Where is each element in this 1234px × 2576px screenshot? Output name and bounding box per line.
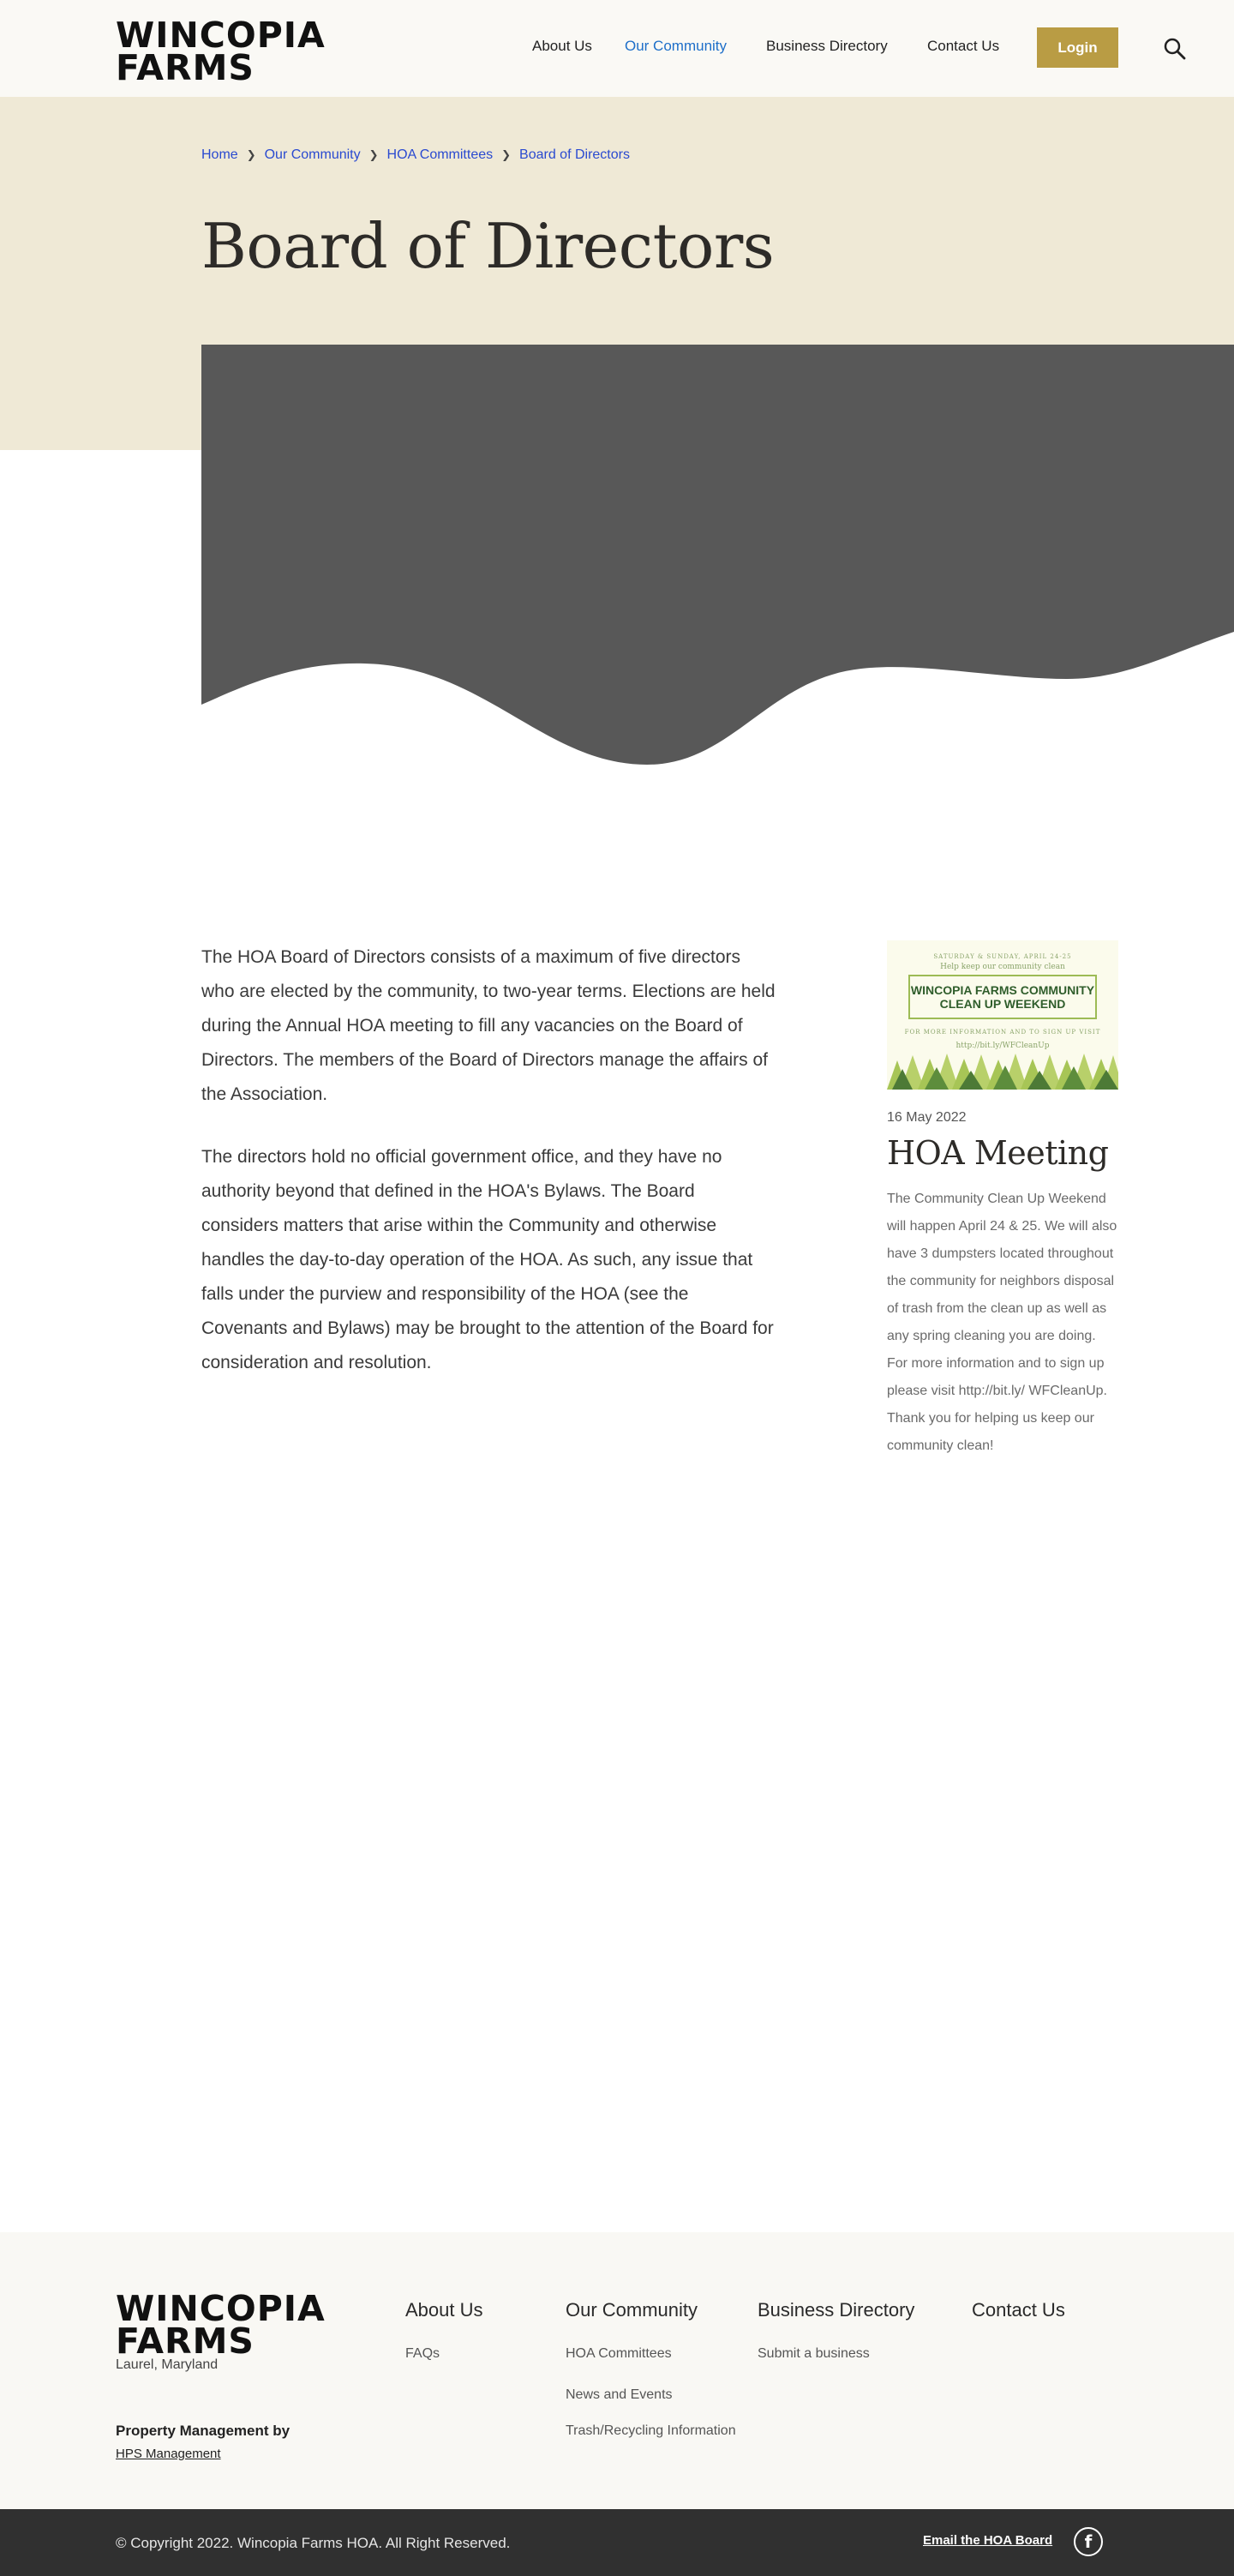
breadcrumb: Home ❯ Our Community ❯ HOA Committees ❯ … (201, 147, 630, 163)
site-header: WINCOPIA FARMS About Us Our Community Bu… (0, 0, 1234, 97)
login-button[interactable]: Login (1037, 27, 1118, 68)
search-button[interactable] (1162, 36, 1188, 62)
site-logo[interactable]: WINCOPIA FARMS (116, 18, 326, 88)
flyer-info-line: FOR MORE INFORMATION AND TO SIGN UP VISI… (904, 1029, 1101, 1036)
footer-bottom-bar: © Copyright 2022. Wincopia Farms HOA. Al… (0, 2509, 1234, 2576)
property-management-link[interactable]: HPS Management (116, 2447, 221, 2461)
footer-logo-line-2: FARMS (116, 2321, 255, 2362)
news-card-date: 16 May 2022 (887, 1110, 967, 1125)
chevron-right-icon: ❯ (501, 148, 512, 161)
footer-logo[interactable]: WINCOPIA FARMS (116, 2291, 326, 2362)
news-card[interactable]: SATURDAY & SUNDAY, APRIL 24-25 Help keep… (887, 940, 1118, 1460)
tree-illustration (887, 1054, 1118, 1090)
site-footer: WINCOPIA FARMS Laurel, Maryland Property… (0, 2232, 1234, 2509)
body-paragraph-2: The directors hold no official governmen… (201, 1147, 774, 1372)
nav-contact-us[interactable]: Contact Us (927, 38, 999, 55)
footer-link-news-and-events[interactable]: News and Events (566, 2387, 673, 2403)
body-paragraph-1: The HOA Board of Directors consists of a… (201, 947, 776, 1104)
page-title: Board of Directors (201, 210, 775, 282)
chevron-right-icon: ❯ (246, 148, 256, 161)
hero-image-placeholder (201, 345, 1234, 765)
breadcrumb-our-community[interactable]: Our Community (265, 147, 361, 163)
footer-location: Laurel, Maryland (116, 2357, 219, 2372)
breadcrumb-hoa-committees[interactable]: HOA Committees (387, 147, 494, 163)
news-card-description: The Community Clean Up Weekend will happ… (887, 1192, 1117, 1453)
copyright-text: © Copyright 2022. Wincopia Farms HOA. Al… (116, 2535, 511, 2551)
breadcrumb-home[interactable]: Home (201, 147, 238, 163)
nav-our-community[interactable]: Our Community (625, 38, 727, 55)
footer-link-faqs[interactable]: FAQs (405, 2346, 440, 2362)
nav-about-us[interactable]: About Us (532, 38, 592, 55)
flyer-headline: WINCOPIA FARMS COMMUNITY CLEAN UP WEEKEN… (908, 975, 1097, 1019)
footer-heading-about-us[interactable]: About Us (405, 2299, 483, 2321)
footer-link-trash-recycling[interactable]: Trash/Recycling Information (566, 2423, 736, 2439)
news-card-image: SATURDAY & SUNDAY, APRIL 24-25 Help keep… (887, 940, 1118, 1090)
facebook-icon[interactable]: f (1074, 2527, 1103, 2556)
flyer-date-line: SATURDAY & SUNDAY, APRIL 24-25 (933, 953, 1072, 960)
footer-heading-business-directory[interactable]: Business Directory (758, 2299, 914, 2321)
footer-link-submit-business[interactable]: Submit a business (758, 2346, 870, 2362)
breadcrumb-board-of-directors[interactable]: Board of Directors (519, 147, 630, 163)
footer-heading-contact-us[interactable]: Contact Us (972, 2299, 1065, 2321)
email-hoa-board-link[interactable]: Email the HOA Board (923, 2533, 1052, 2548)
nav-business-directory[interactable]: Business Directory (766, 38, 888, 55)
footer-heading-our-community[interactable]: Our Community (566, 2299, 698, 2321)
logo-line-2: FARMS (116, 47, 255, 88)
footer-link-hoa-committees[interactable]: HOA Committees (566, 2346, 672, 2362)
chevron-right-icon: ❯ (368, 148, 379, 161)
property-management-label: Property Management by (116, 2423, 291, 2439)
article-body: The HOA Board of Directors consists of a… (201, 940, 776, 1408)
search-icon (1164, 38, 1186, 60)
hero-image (201, 345, 1234, 773)
news-card-title[interactable]: HOA Meeting (887, 1134, 1118, 1172)
flyer-sub-line: Help keep our community clean (940, 963, 1065, 971)
flyer-url-line: http://bit.ly/WFCleanUp (955, 1042, 1050, 1050)
